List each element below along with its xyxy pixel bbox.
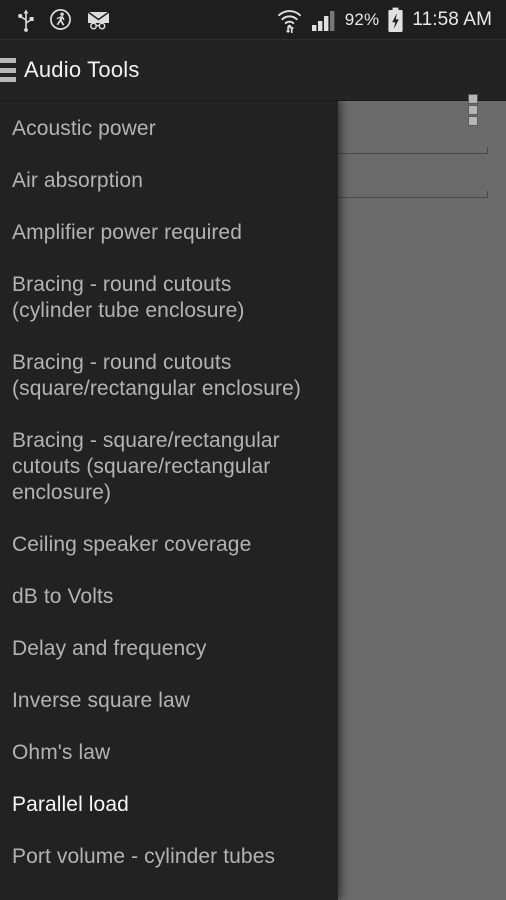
- drawer-item-inverse-square-law[interactable]: Inverse square law: [0, 688, 338, 714]
- drawer-item-label: Bracing - round cutouts (square/rectangu…: [12, 351, 301, 400]
- drawer-item-label: Bracing - round cutouts (cylinder tube e…: [12, 273, 245, 322]
- drawer-item-list: Acoustic power Air absorption Amplifier po…: [0, 100, 338, 896]
- hamburger-bar-1: [0, 58, 16, 63]
- email-icon: [87, 10, 110, 29]
- drawer-item-label: dB to Volts: [12, 585, 114, 608]
- drawer-item-label: Parallel load: [12, 793, 129, 816]
- hamburger-bar-3: [0, 77, 16, 82]
- drawer-item-air-absorption[interactable]: Air absorption: [0, 168, 338, 194]
- overflow-dot-1: [468, 94, 478, 104]
- drawer-item-parallel-load[interactable]: Parallel load: [0, 792, 338, 818]
- drawer-item-label: Acoustic power: [12, 117, 156, 140]
- overflow-menu-icon[interactable]: [462, 90, 484, 130]
- drawer-item-bracing-square-rectangular-cutouts-square-rectangular-enclosure[interactable]: Bracing - square/rectangular cutouts (sq…: [0, 428, 338, 506]
- drawer-item-ceiling-speaker-coverage[interactable]: Ceiling speaker coverage: [0, 532, 338, 558]
- phone-screen: 92% 11:58 AM Audio Tools Acoustic power …: [0, 0, 506, 900]
- drawer-item-bracing-round-cutouts-cylinder-tube-enclosure[interactable]: Bracing - round cutouts (cylinder tube e…: [0, 272, 338, 324]
- drawer-item-label: Air absorption: [12, 169, 143, 192]
- drawer-item-db-to-volts[interactable]: dB to Volts: [0, 584, 338, 610]
- status-bar-right-icons: 92% 11:58 AM: [276, 7, 506, 33]
- battery-charging-icon: [388, 7, 403, 32]
- drawer-item-label: Ohm's law: [12, 741, 111, 764]
- drawer-item-bracing-round-cutouts-square-rectangular-enclosure[interactable]: Bracing - round cutouts (square/rectangu…: [0, 350, 338, 402]
- hamburger-bar-2: [0, 67, 16, 73]
- drawer-item-port-volume-cylinder-tubes[interactable]: Port volume - cylinder tubes: [0, 844, 338, 870]
- drawer-item-label: Ceiling speaker coverage: [12, 533, 252, 556]
- usb-icon: [18, 9, 34, 32]
- overflow-dot-2: [468, 105, 478, 115]
- drawer-item-label: Inverse square law: [12, 689, 191, 712]
- hamburger-menu-icon[interactable]: [0, 58, 16, 82]
- wifi-signal-icon: [277, 9, 301, 33]
- drawer-item-label: Delay and frequency: [12, 637, 207, 660]
- drawer-item-delay-and-frequency[interactable]: Delay and frequency: [0, 636, 338, 662]
- drawer-item-ohm-s-law[interactable]: Ohm's law: [0, 740, 338, 766]
- battery-percent-label: 92%: [344, 10, 380, 29]
- drawer-item-label: Bracing - square/rectangular cutouts (sq…: [12, 429, 280, 504]
- drawer-item-label: Amplifier power required: [12, 221, 242, 244]
- page-title: Audio Tools: [24, 57, 140, 82]
- action-bar: Audio Tools: [0, 40, 506, 126]
- drawer-scrim[interactable]: [338, 100, 506, 900]
- drawer-item-acoustic-power[interactable]: Acoustic power: [0, 116, 338, 142]
- overflow-dot-3: [468, 116, 478, 126]
- cellular-signal-icon: [311, 10, 335, 31]
- drawer-item-label: Port volume - cylinder tubes: [12, 845, 276, 868]
- pedometer-icon: [50, 9, 71, 30]
- status-bar-left-icons: [0, 8, 112, 32]
- navigation-drawer: Acoustic power Air absorption Amplifier po…: [0, 100, 338, 900]
- status-bar: 92% 11:58 AM: [0, 0, 506, 40]
- drawer-item-amplifier-power-required[interactable]: Amplifier power required: [0, 220, 338, 246]
- clock-label: 11:58 AM: [412, 9, 492, 30]
